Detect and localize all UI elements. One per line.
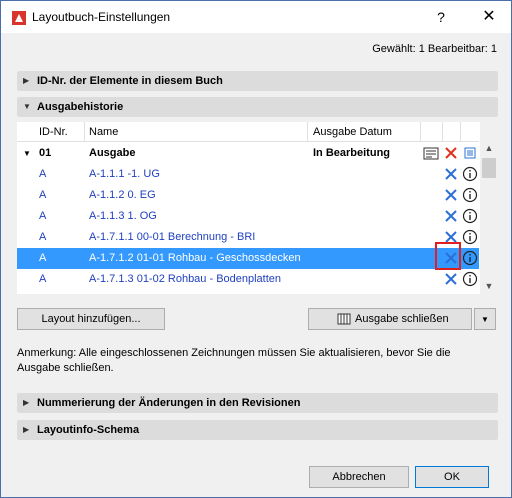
remove-x-icon[interactable]: [444, 272, 458, 286]
row-id: A: [39, 273, 47, 285]
section-history[interactable]: ▼ Ausgabehistorie: [17, 97, 498, 117]
row-id: A: [39, 168, 47, 180]
row-id: A: [39, 210, 47, 222]
ok-button[interactable]: OK: [415, 466, 489, 488]
close-icon[interactable]: ✕: [477, 6, 501, 28]
remove-x-icon[interactable]: [444, 188, 458, 202]
header-id[interactable]: ID-Nr.: [39, 126, 68, 138]
remove-x-icon[interactable]: [444, 146, 458, 160]
selection-summary: Gewählt: 1 Bearbeitbar: 1: [372, 43, 497, 55]
list-icon[interactable]: [464, 147, 476, 159]
info-icon[interactable]: [462, 187, 478, 203]
table-row-group[interactable]: ▼ 01 Ausgabe In Bearbeitung: [17, 143, 479, 164]
table-row[interactable]: A A-1.1.3 1. OG: [17, 206, 479, 227]
close-issue-button[interactable]: Ausgabe schließen: [308, 308, 472, 330]
triangle-right-icon: ▶: [23, 398, 30, 407]
triangle-right-icon: ▶: [23, 425, 30, 434]
dropdown-arrow-icon: ▼: [481, 315, 489, 324]
group-name: Ausgabe: [89, 147, 136, 159]
triangle-right-icon: ▶: [23, 76, 30, 85]
table-row[interactable]: A A-1.1.2 0. EG: [17, 185, 479, 206]
table-row[interactable]: A A-1.1.1 -1. UG: [17, 164, 479, 185]
section-layoutinfo-label: Layoutinfo-Schema: [37, 424, 140, 436]
scroll-thumb[interactable]: [482, 158, 496, 178]
row-name: A-1.1.1 -1. UG: [89, 168, 160, 180]
title-bar: Layoutbuch-Einstellungen ? ✕: [1, 1, 511, 33]
row-id: A: [39, 252, 47, 264]
dialog-window: Layoutbuch-Einstellungen ? ✕ Gewählt: 1 …: [0, 0, 512, 498]
row-name: A-1.7.1.3 01-02 Rohbau - Bodenplatten: [89, 273, 282, 285]
window-title: Layoutbuch-Einstellungen: [32, 10, 171, 24]
header-name[interactable]: Name: [89, 126, 118, 138]
table-header: ID-Nr. Name Ausgabe Datum: [17, 122, 479, 142]
table-row[interactable]: A A-1.7.1.1 00-01 Berechnung - BRI: [17, 227, 479, 248]
info-icon[interactable]: [462, 271, 478, 287]
row-name: A-1.7.1.2 01-01 Rohbau - Geschossdecken: [89, 252, 301, 264]
section-numbering-label: Nummerierung der Änderungen in den Revis…: [37, 397, 301, 409]
note-text: Anmerkung: Alle eingeschlossenen Zeichnu…: [17, 347, 451, 374]
section-id-elements[interactable]: ▶ ID-Nr. der Elemente in diesem Buch: [17, 71, 498, 91]
table-row[interactable]: A A-1.7.1.2 01-01 Rohbau - Geschossdecken: [17, 248, 479, 269]
history-table: ID-Nr. Name Ausgabe Datum ▼ 01 Ausgabe I…: [17, 122, 498, 294]
remove-x-icon[interactable]: [444, 167, 458, 181]
info-icon[interactable]: [462, 166, 478, 182]
section-numbering[interactable]: ▶ Nummerierung der Änderungen in den Rev…: [17, 393, 498, 413]
table-scrollbar[interactable]: ▲ ▼: [480, 122, 498, 294]
close-issue-label: Ausgabe schließen: [355, 313, 449, 325]
info-icon[interactable]: [462, 250, 478, 266]
close-issue-dropdown[interactable]: ▼: [474, 308, 496, 330]
info-icon[interactable]: [462, 229, 478, 245]
row-name: A-1.1.2 0. EG: [89, 189, 156, 201]
row-id: A: [39, 231, 47, 243]
remove-x-icon[interactable]: [444, 209, 458, 223]
table-row[interactable]: A A-1.7.1.3 01-02 Rohbau - Bodenplatten: [17, 269, 479, 290]
app-icon: [12, 11, 26, 25]
row-name: A-1.1.3 1. OG: [89, 210, 157, 222]
group-status: In Bearbeitung: [313, 147, 391, 159]
scroll-up-icon[interactable]: ▲: [480, 140, 498, 156]
triangle-down-icon[interactable]: ▼: [23, 149, 31, 158]
add-layout-button[interactable]: Layout hinzufügen...: [17, 308, 165, 330]
scroll-down-icon[interactable]: ▼: [480, 278, 498, 294]
row-name: A-1.7.1.1 00-01 Berechnung - BRI: [89, 231, 256, 243]
highlight-box: [435, 242, 461, 270]
section-history-label: Ausgabehistorie: [37, 101, 124, 113]
issue-icon: [337, 313, 351, 325]
header-date[interactable]: Ausgabe Datum: [313, 126, 392, 138]
cancel-button[interactable]: Abbrechen: [309, 466, 409, 488]
group-id: 01: [39, 147, 52, 159]
row-id: A: [39, 189, 47, 201]
help-icon[interactable]: ?: [431, 7, 451, 27]
triangle-down-icon: ▼: [23, 102, 31, 111]
issue-icon[interactable]: [423, 147, 439, 160]
section-layoutinfo[interactable]: ▶ Layoutinfo-Schema: [17, 420, 498, 440]
info-icon[interactable]: [462, 208, 478, 224]
section-id-elements-label: ID-Nr. der Elemente in diesem Buch: [37, 75, 223, 87]
